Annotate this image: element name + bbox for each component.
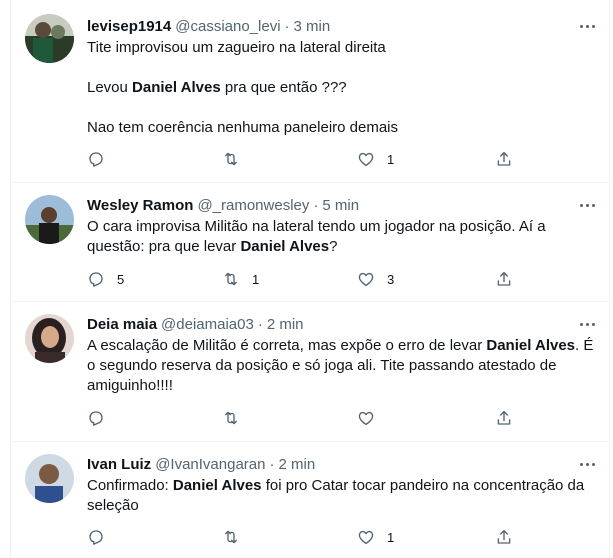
- text-span: Tite improvisou um zagueiro na lateral d…: [87, 39, 386, 56]
- share-icon: [497, 410, 511, 425]
- like-button[interactable]: [357, 408, 387, 428]
- text-bold: Daniel Alves: [172, 477, 262, 494]
- avatar[interactable]: [25, 195, 74, 244]
- tweet-header: Deia maia @deiamaia03 · 2 min: [87, 314, 304, 334]
- avatar[interactable]: [25, 14, 74, 63]
- more-icon[interactable]: [575, 16, 599, 36]
- text-bold: Daniel Alves: [486, 337, 576, 354]
- share-button[interactable]: [495, 149, 513, 169]
- reply-icon: [89, 152, 103, 167]
- text-span: pra que então ???: [220, 79, 347, 96]
- separator-dot: ·: [257, 315, 263, 333]
- reply-button[interactable]: [87, 527, 117, 547]
- like-count: 1: [387, 151, 395, 167]
- tweet-header: Wesley Ramon @_ramonwesley · 5 min: [87, 195, 359, 215]
- retweet-button[interactable]: [222, 527, 252, 547]
- tweet-text: O cara improvisa Militão na lateral tend…: [87, 217, 597, 257]
- tweet[interactable]: Deia maia @deiamaia03 · 2 min A escalaçã…: [11, 302, 609, 442]
- timestamp[interactable]: 2 min: [267, 316, 304, 333]
- like-count: 1: [387, 529, 395, 545]
- tweet-text: A escalação de Militão é correta, mas ex…: [87, 336, 597, 396]
- share-icon: [497, 151, 511, 166]
- retweet-button[interactable]: [222, 149, 252, 169]
- tweet-actions: [87, 408, 527, 428]
- display-name[interactable]: Wesley Ramon: [87, 197, 193, 214]
- tweet-text-line: Tite improvisou um zagueiro na lateral d…: [87, 38, 597, 58]
- tweet[interactable]: Wesley Ramon @_ramonwesley · 5 min O car…: [11, 183, 609, 302]
- retweet-button[interactable]: [222, 408, 252, 428]
- reply-button[interactable]: [87, 408, 117, 428]
- user-handle[interactable]: @IvanIvangaran: [155, 456, 265, 473]
- tweet-actions: 5 1 3: [87, 269, 527, 289]
- reply-count: 5: [117, 271, 125, 287]
- tweet-actions: 1: [87, 149, 527, 169]
- tweet-header: levisep1914 @cassiano_levi · 3 min: [87, 16, 330, 36]
- retweet-count: 1: [252, 271, 260, 287]
- user-handle[interactable]: @_ramonwesley: [197, 197, 309, 214]
- reply-button[interactable]: 5: [87, 269, 124, 289]
- like-count: 3: [387, 271, 395, 287]
- share-icon: [497, 271, 511, 286]
- retweet-icon: [225, 272, 237, 286]
- retweet-icon: [225, 411, 237, 425]
- text-span: A escalação de Militão é correta, mas ex…: [87, 337, 487, 354]
- text-bold: Daniel Alves: [240, 238, 330, 255]
- tweet-text: Tite improvisou um zagueiro na lateral d…: [87, 38, 597, 138]
- separator-dot: ·: [284, 17, 290, 35]
- reply-icon: [89, 530, 103, 545]
- reply-icon: [89, 272, 103, 287]
- share-button[interactable]: [495, 269, 513, 289]
- avatar[interactable]: [25, 314, 74, 363]
- like-icon: [358, 272, 374, 287]
- like-button[interactable]: 1: [357, 149, 394, 169]
- timestamp[interactable]: 5 min: [322, 197, 359, 214]
- tweet[interactable]: Ivan Luiz @IvanIvangaran · 2 min Confirm…: [11, 442, 609, 558]
- display-name[interactable]: levisep1914: [87, 18, 171, 35]
- user-handle[interactable]: @deiamaia03: [161, 316, 254, 333]
- separator-dot: ·: [269, 455, 275, 473]
- separator-dot: ·: [313, 196, 319, 214]
- tweet-text-line: Nao tem coerência nenhuma paneleiro dema…: [87, 118, 597, 138]
- tweet-text-line: Levou Daniel Alves pra que então ???: [87, 78, 597, 98]
- retweet-icon: [225, 530, 237, 544]
- share-button[interactable]: [495, 408, 513, 428]
- text-span: Confirmado:: [87, 477, 173, 494]
- retweet-icon: [225, 152, 237, 166]
- more-icon[interactable]: [575, 195, 599, 215]
- reply-icon: [89, 411, 103, 426]
- share-button[interactable]: [495, 527, 513, 547]
- replies-feed: levisep1914 @cassiano_levi · 3 min Tite …: [10, 0, 610, 558]
- timestamp[interactable]: 3 min: [294, 18, 331, 35]
- like-icon: [358, 530, 374, 545]
- share-icon: [497, 529, 511, 544]
- like-button[interactable]: 3: [357, 269, 394, 289]
- more-icon[interactable]: [575, 454, 599, 474]
- timestamp[interactable]: 2 min: [278, 456, 315, 473]
- display-name[interactable]: Deia maia: [87, 316, 157, 333]
- text-bold: Daniel Alves: [132, 79, 221, 96]
- text-span: ?: [329, 238, 338, 255]
- retweet-button[interactable]: 1: [222, 269, 259, 289]
- avatar[interactable]: [25, 454, 74, 503]
- like-icon: [358, 411, 374, 426]
- tweet[interactable]: levisep1914 @cassiano_levi · 3 min Tite …: [11, 0, 609, 183]
- tweet-actions: 1: [87, 527, 527, 547]
- tweet-header: Ivan Luiz @IvanIvangaran · 2 min: [87, 454, 315, 474]
- like-button[interactable]: 1: [357, 527, 394, 547]
- text-span: Nao tem coerência nenhuma paneleiro dema…: [87, 119, 399, 136]
- tweet-text: Confirmado: Daniel Alves foi pro Catar t…: [87, 476, 597, 516]
- text-span: Levou: [87, 79, 133, 96]
- more-icon[interactable]: [575, 314, 599, 334]
- like-icon: [358, 152, 374, 167]
- display-name[interactable]: Ivan Luiz: [87, 456, 151, 473]
- user-handle[interactable]: @cassiano_levi: [175, 18, 280, 35]
- reply-button[interactable]: [87, 149, 117, 169]
